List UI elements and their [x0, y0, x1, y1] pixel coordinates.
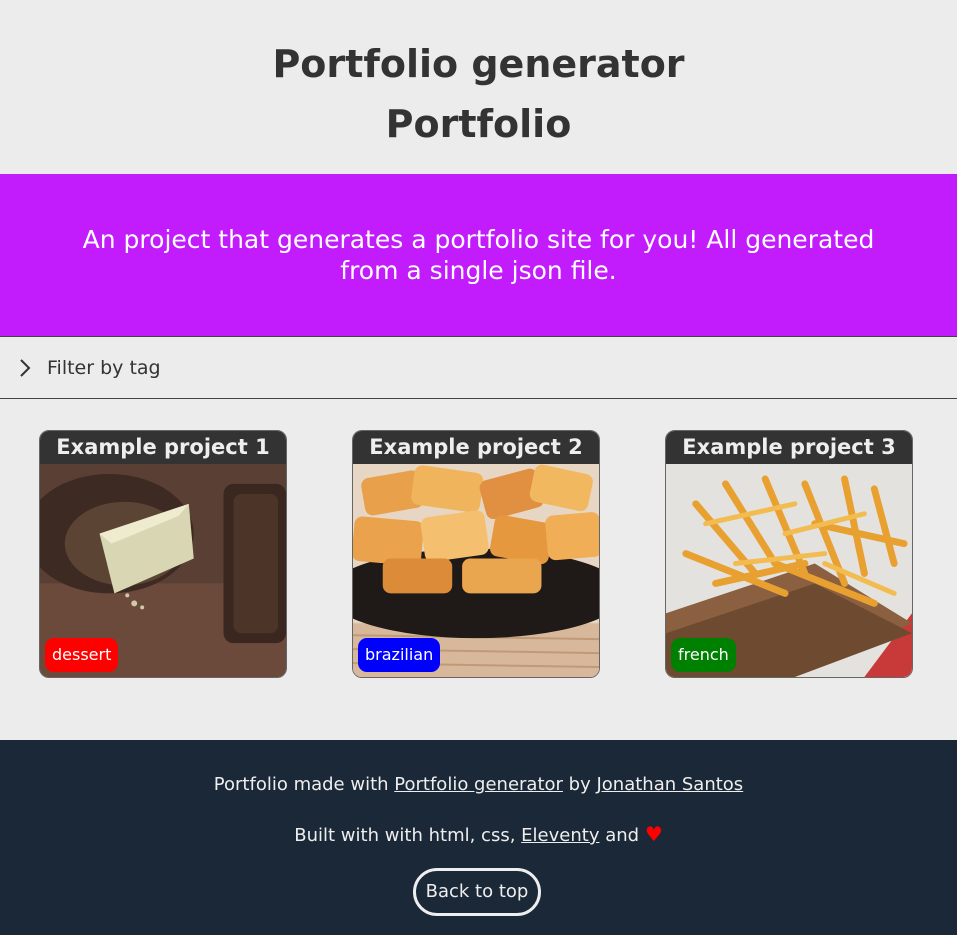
footer-by-text: by: [568, 774, 591, 795]
project-card-3[interactable]: Example project 3 french: [665, 430, 913, 678]
project-grid: Example project 1 dessert Example projec…: [0, 399, 957, 740]
project-title: Example project 2: [353, 431, 599, 464]
back-to-top-button[interactable]: Back to top: [413, 868, 541, 916]
footer-built-with: Built with with html, css, Eleventy and …: [0, 822, 957, 846]
footer-credits: Portfolio made with Portfolio generator …: [0, 774, 957, 795]
eleventy-link[interactable]: Eleventy: [521, 825, 599, 846]
site-title: Portfolio generator: [272, 42, 685, 86]
project-title: Example project 1: [40, 431, 286, 464]
description-banner: An project that generates a portfolio si…: [0, 174, 957, 336]
tag-badge-brazilian[interactable]: brazilian: [358, 638, 441, 672]
tag-badge-french[interactable]: french: [671, 638, 736, 672]
filter-label: Filter by tag: [47, 356, 161, 379]
portfolio-generator-link[interactable]: Portfolio generator: [394, 774, 563, 795]
filter-by-tag-toggle[interactable]: Filter by tag: [0, 336, 957, 399]
heart-icon: ♥: [644, 822, 663, 846]
author-link[interactable]: Jonathan Santos: [596, 774, 743, 795]
chevron-right-icon: [20, 358, 31, 377]
project-card-2[interactable]: Example project 2 brazilian: [352, 430, 600, 678]
page-footer: Portfolio made with Portfolio generator …: [0, 740, 957, 935]
footer-and-text: and: [605, 825, 640, 846]
project-title: Example project 3: [666, 431, 912, 464]
footer-built-with-text: Built with with html, css,: [294, 825, 516, 846]
project-card-1[interactable]: Example project 1 dessert: [39, 430, 287, 678]
tag-badge-dessert[interactable]: dessert: [45, 638, 119, 672]
footer-made-with-text: Portfolio made with: [213, 774, 389, 795]
banner-text: An project that generates a portfolio si…: [82, 225, 875, 285]
page-title: Portfolio: [385, 102, 572, 146]
page-header: Portfolio generator Portfolio: [0, 0, 957, 174]
